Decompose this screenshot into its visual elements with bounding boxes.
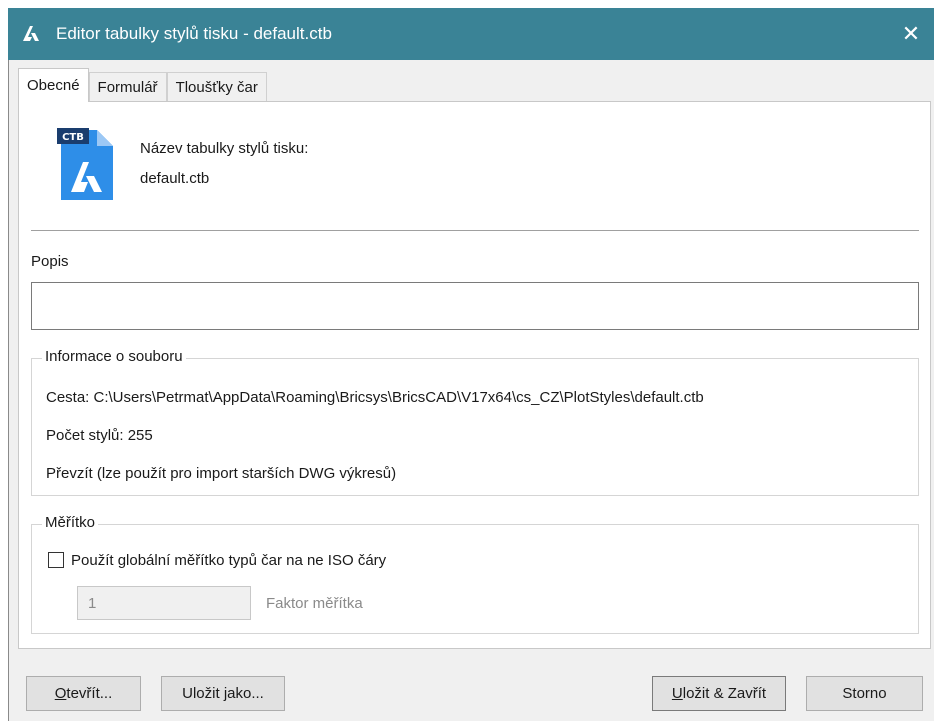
tab-lineweights[interactable]: Tloušťky čar <box>166 72 267 102</box>
cancel-button-label: Storno <box>842 685 887 702</box>
separator <box>31 230 919 231</box>
scale-legend: Měřítko <box>42 514 99 531</box>
window-border <box>8 60 9 721</box>
open-button-mnemonic: O <box>54 685 67 702</box>
open-button[interactable]: Otevřít... <box>26 676 141 711</box>
title-bar: Editor tabulky stylů tisku - default.ctb… <box>8 8 934 60</box>
convert-info: Převzít (lze použít pro import starších … <box>46 465 397 482</box>
open-button-label: tevřít... <box>66 685 113 702</box>
global-scale-checkbox-label[interactable]: Použít globální měřítko typů čar na ne I… <box>71 552 386 569</box>
close-icon: ✕ <box>901 21 921 46</box>
tab-general[interactable]: Obecné <box>18 68 89 102</box>
save-close-button[interactable]: Uložit & Zavřít <box>652 676 786 711</box>
file-path: Cesta: C:\Users\Petrmat\AppData\Roaming\… <box>46 389 704 406</box>
tab-form-label: Formulář <box>97 79 158 96</box>
tab-strip: Obecné Formulář Tloušťky čar <box>18 68 267 102</box>
save-as-button[interactable]: Uložit jako... <box>161 676 285 711</box>
save-close-button-label: ložit & Zavřít <box>682 685 767 702</box>
tab-lineweights-label: Tloušťky čar <box>175 79 258 96</box>
file-info-legend: Informace o souboru <box>42 348 186 365</box>
window-title: Editor tabulky stylů tisku - default.ctb <box>56 24 332 43</box>
table-name-label: Název tabulky stylů tisku: <box>140 140 309 157</box>
tab-general-label: Obecné <box>27 77 80 94</box>
save-close-button-mnemonic: U <box>671 685 683 702</box>
tab-form[interactable]: Formulář <box>88 72 167 102</box>
bricscad-logo-icon <box>23 26 39 41</box>
svg-text:CTB: CTB <box>62 132 84 143</box>
description-input[interactable] <box>31 282 919 330</box>
cancel-button[interactable]: Storno <box>806 676 923 711</box>
ctb-file-icon: CTB <box>57 128 113 200</box>
scale-group: Měřítko Použít globální měřítko typů čar… <box>31 514 919 634</box>
style-count: Počet stylů: 255 <box>46 427 153 444</box>
scale-factor-input: 1 <box>77 586 251 620</box>
table-name-value: default.ctb <box>140 170 210 187</box>
description-label: Popis <box>31 253 69 270</box>
global-scale-checkbox[interactable] <box>48 552 64 568</box>
save-as-button-label: Uložit jako... <box>182 685 264 702</box>
close-button[interactable]: ✕ <box>888 8 934 60</box>
scale-factor-label: Faktor měřítka <box>266 595 363 612</box>
general-panel: CTB Název tabulky stylů tisku: default.c… <box>18 101 931 649</box>
file-info-group: Informace o souboru Cesta: C:\Users\Petr… <box>31 348 919 496</box>
